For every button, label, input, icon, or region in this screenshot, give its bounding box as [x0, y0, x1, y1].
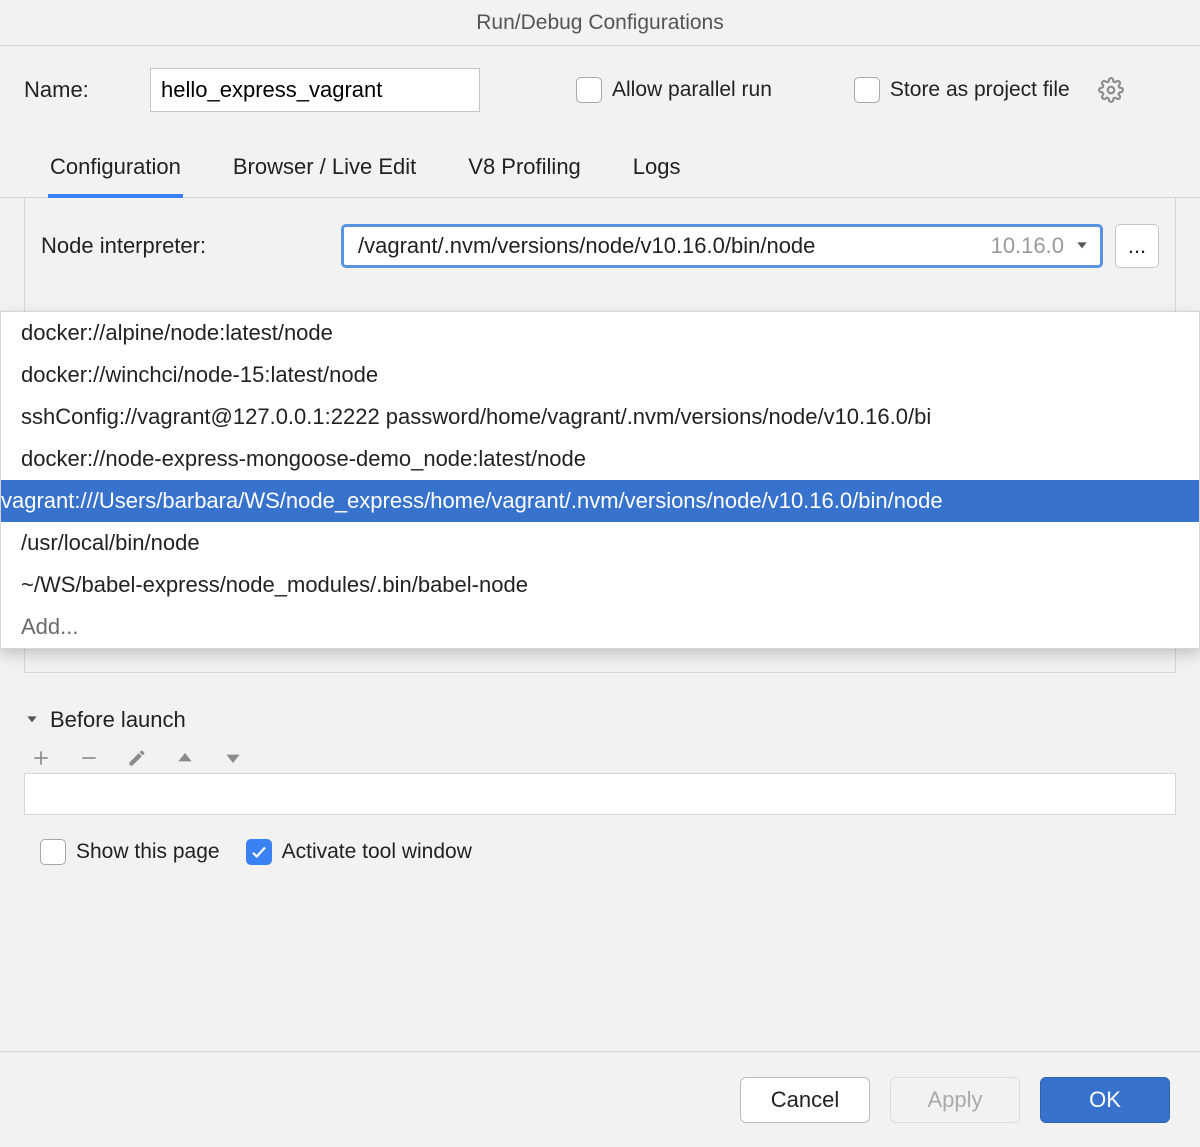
activate-tool-window-label: Activate tool window — [282, 840, 472, 864]
allow-parallel-run-checkbox[interactable] — [576, 77, 602, 103]
move-up-icon[interactable] — [174, 747, 196, 769]
show-this-page-label: Show this page — [76, 840, 220, 864]
before-launch-label: Before launch — [50, 707, 186, 733]
cancel-button[interactable]: Cancel — [740, 1077, 870, 1123]
tab-v8-profiling[interactable]: V8 Profiling — [466, 154, 583, 198]
dropdown-item[interactable]: ~/WS/babel-express/node_modules/.bin/bab… — [1, 564, 1199, 606]
browse-button[interactable]: ... — [1115, 224, 1159, 268]
node-interpreter-select[interactable]: /vagrant/.nvm/versions/node/v10.16.0/bin… — [341, 224, 1103, 268]
before-launch-header[interactable]: Before launch — [24, 707, 1176, 733]
dropdown-item[interactable]: /usr/local/bin/node — [1, 522, 1199, 564]
name-row: Name: Allow parallel run Store as projec… — [0, 46, 1200, 112]
allow-parallel-run-label: Allow parallel run — [612, 78, 772, 102]
store-project-file-label: Store as project file — [890, 78, 1070, 102]
dropdown-item[interactable]: docker://node-express-mongoose-demo_node… — [1, 438, 1199, 480]
node-interpreter-version: 10.16.0 — [991, 233, 1064, 259]
options-row: Show this page Activate tool window — [40, 839, 1176, 865]
ok-button[interactable]: OK — [1040, 1077, 1170, 1123]
node-interpreter-label: Node interpreter: — [41, 233, 341, 259]
before-launch-section: Before launch — [24, 707, 1176, 815]
activate-tool-window-checkbox-wrap[interactable]: Activate tool window — [246, 839, 472, 865]
button-bar: Cancel Apply OK — [0, 1051, 1200, 1147]
dropdown-add-item[interactable]: Add... — [1, 606, 1199, 648]
dropdown-item[interactable]: sshConfig://vagrant@127.0.0.1:2222 passw… — [1, 396, 1199, 438]
store-project-file-checkbox-wrap[interactable]: Store as project file — [854, 77, 1070, 103]
activate-tool-window-checkbox[interactable] — [246, 839, 272, 865]
show-this-page-checkbox-wrap[interactable]: Show this page — [40, 839, 220, 865]
gear-icon[interactable] — [1098, 77, 1124, 103]
node-interpreter-row: Node interpreter: /vagrant/.nvm/versions… — [25, 216, 1175, 276]
before-launch-toolbar — [24, 743, 1176, 773]
tab-configuration[interactable]: Configuration — [48, 154, 183, 198]
tab-browser-live-edit[interactable]: Browser / Live Edit — [231, 154, 418, 198]
apply-button: Apply — [890, 1077, 1020, 1123]
chevron-down-icon — [24, 707, 40, 733]
chevron-down-icon — [1074, 233, 1090, 259]
config-name-input[interactable] — [150, 68, 480, 112]
name-label: Name: — [24, 77, 122, 103]
run-debug-config-dialog: Run/Debug Configurations Name: Allow par… — [0, 0, 1200, 1147]
show-this-page-checkbox[interactable] — [40, 839, 66, 865]
node-interpreter-dropdown: docker://alpine/node:latest/node docker:… — [0, 311, 1200, 649]
dropdown-item[interactable]: docker://alpine/node:latest/node — [1, 312, 1199, 354]
tab-logs[interactable]: Logs — [631, 154, 683, 198]
tabs: Configuration Browser / Live Edit V8 Pro… — [0, 112, 1200, 198]
node-interpreter-value: /vagrant/.nvm/versions/node/v10.16.0/bin… — [358, 233, 975, 259]
dropdown-item[interactable]: docker://winchci/node-15:latest/node — [1, 354, 1199, 396]
remove-icon[interactable] — [78, 747, 100, 769]
edit-icon[interactable] — [126, 747, 148, 769]
dialog-title: Run/Debug Configurations — [0, 0, 1200, 46]
store-project-file-checkbox[interactable] — [854, 77, 880, 103]
allow-parallel-run-checkbox-wrap[interactable]: Allow parallel run — [576, 77, 772, 103]
before-launch-list[interactable] — [24, 773, 1176, 815]
move-down-icon[interactable] — [222, 747, 244, 769]
add-icon[interactable] — [30, 747, 52, 769]
dropdown-item-selected[interactable]: vagrant:///Users/barbara/WS/node_express… — [1, 480, 1199, 522]
